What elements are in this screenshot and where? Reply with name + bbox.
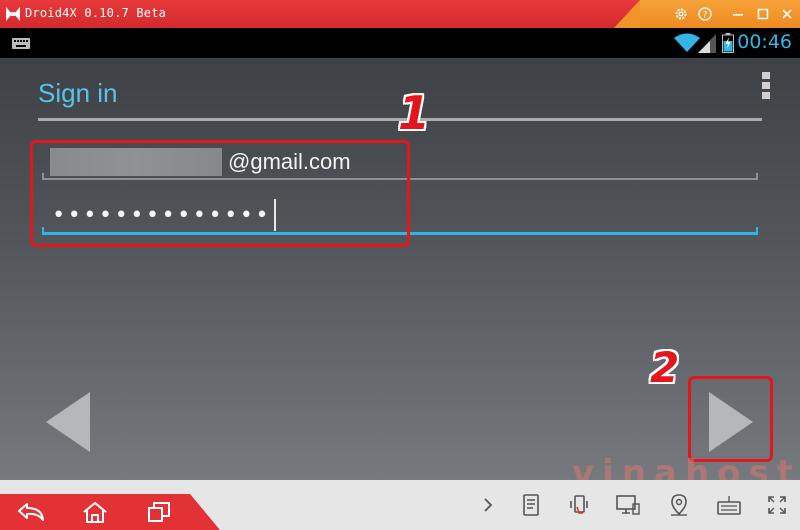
maximize-icon[interactable]	[754, 5, 772, 23]
emulator-toolbar	[0, 480, 800, 530]
status-time: 00:46	[737, 31, 792, 53]
overflow-menu-icon[interactable]	[762, 72, 770, 100]
keyboard-map-icon[interactable]	[716, 492, 742, 518]
wifi-icon	[674, 33, 700, 52]
annotation-box-next	[688, 376, 773, 462]
back-arrow-icon[interactable]	[44, 390, 92, 454]
recent-apps-icon[interactable]	[142, 498, 176, 526]
window-titlebar: Droid4X 0.10.7 Beta ?	[0, 0, 800, 28]
annotation-number-2: 2	[650, 343, 680, 392]
signin-screen: Sign in @gmail.com •••••••••••••• 1 2 vi…	[0, 58, 800, 493]
svg-text:?: ?	[703, 11, 708, 21]
fullscreen-icon[interactable]	[764, 492, 790, 518]
page-title: Sign in	[38, 78, 118, 108]
annotation-box-credentials	[30, 140, 410, 247]
keyboard-icon	[12, 38, 30, 49]
close-icon[interactable]	[778, 5, 796, 23]
shake-icon[interactable]	[566, 492, 592, 518]
help-icon[interactable]: ?	[696, 5, 714, 23]
droid4x-logo-icon	[6, 7, 20, 21]
expand-toolbar-icon[interactable]	[478, 494, 498, 516]
settings-icon[interactable]	[672, 5, 690, 23]
annotation-number-1: 1	[398, 86, 431, 140]
home-icon[interactable]	[78, 498, 112, 526]
titlebar-controls-area	[614, 0, 800, 28]
signal-icon	[698, 34, 716, 53]
window-title: Droid4X 0.10.7 Beta	[25, 6, 167, 20]
apk-install-icon[interactable]	[518, 492, 544, 518]
screen-icon[interactable]	[614, 492, 642, 518]
android-status-bar: 00:46	[0, 28, 800, 58]
back-icon[interactable]	[14, 498, 48, 526]
location-icon[interactable]	[666, 492, 692, 518]
battery-icon	[722, 33, 734, 53]
minimize-icon[interactable]	[729, 5, 747, 23]
